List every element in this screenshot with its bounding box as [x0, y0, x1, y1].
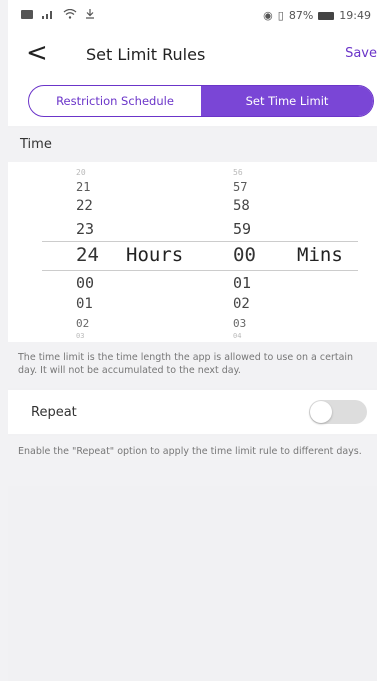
time-limit-note: The time limit is the time length the ap… — [8, 342, 377, 388]
eye-icon: ◉ — [263, 9, 273, 22]
screen-edge — [0, 0, 8, 681]
status-bar: ◉ ▯ 87% 19:49 — [8, 0, 377, 30]
hours-option[interactable]: 03 — [76, 332, 84, 340]
tab-set-time-limit[interactable]: Set Time Limit — [201, 86, 373, 116]
picker-selection-top — [42, 241, 358, 242]
battery-icon — [318, 11, 335, 20]
minutes-option[interactable]: 03 — [233, 317, 246, 330]
battery-percent: 87% — [288, 9, 314, 22]
repeat-row: Repeat — [8, 390, 377, 434]
picker-selection-bottom — [42, 270, 358, 271]
nav-bar: < Set Limit Rules Save — [8, 30, 377, 78]
repeat-toggle[interactable] — [309, 400, 367, 424]
sim-icon — [21, 9, 33, 19]
minutes-option[interactable]: 00 — [233, 244, 256, 266]
status-right: ◉ ▯ 87% 19:49 — [263, 9, 371, 22]
save-button[interactable]: Save — [345, 46, 377, 61]
hours-option[interactable]: 24 — [76, 244, 99, 266]
segmented-control: Restriction Schedule Set Time Limit — [28, 85, 374, 117]
hours-option[interactable]: 02 — [76, 317, 89, 330]
wifi-icon — [63, 9, 77, 19]
minutes-option[interactable]: 02 — [233, 296, 250, 312]
app-screen: ◉ ▯ 87% 19:49 < Set Limit Rules Save Res… — [8, 0, 377, 681]
status-time: 19:49 — [339, 9, 371, 22]
back-button[interactable]: < — [26, 40, 48, 66]
hours-option[interactable]: 21 — [76, 180, 90, 194]
minutes-option[interactable]: 01 — [233, 274, 251, 292]
status-left — [21, 9, 95, 19]
time-limit-note-text: The time limit is the time length the ap… — [18, 352, 354, 376]
hours-option[interactable]: 22 — [76, 198, 93, 214]
vibrate-icon: ▯ — [277, 9, 284, 22]
hours-unit-label: Hours — [126, 244, 184, 266]
minutes-unit-label: Mins — [297, 244, 343, 266]
time-section-label: Time — [20, 137, 52, 152]
repeat-note-text: Enable the "Repeat" option to apply the … — [18, 446, 362, 457]
minutes-option[interactable]: 04 — [233, 332, 241, 340]
signal-icon — [42, 11, 52, 19]
tabs-bar: Restriction Schedule Set Time Limit — [8, 78, 377, 126]
repeat-note: Enable the "Repeat" option to apply the … — [8, 436, 377, 486]
minutes-option[interactable]: 59 — [233, 220, 251, 238]
repeat-label: Repeat — [31, 405, 77, 420]
minutes-option[interactable]: 57 — [233, 180, 247, 194]
toggle-knob — [310, 401, 332, 423]
tab-restriction-schedule[interactable]: Restriction Schedule — [29, 86, 201, 116]
minutes-option[interactable]: 56 — [233, 168, 243, 177]
hours-option[interactable]: 20 — [76, 168, 86, 177]
download-icon — [86, 9, 94, 19]
time-picker[interactable]: 20 21 22 23 24 00 01 02 03 56 57 58 59 00 01 02 03 04 Ho… — [8, 162, 377, 342]
hours-option[interactable]: 00 — [76, 274, 94, 292]
time-section-header: Time — [8, 128, 377, 162]
page-title: Set Limit Rules — [86, 45, 206, 64]
minutes-option[interactable]: 58 — [233, 198, 250, 214]
hours-option[interactable]: 01 — [76, 296, 93, 312]
hours-option[interactable]: 23 — [76, 220, 94, 238]
